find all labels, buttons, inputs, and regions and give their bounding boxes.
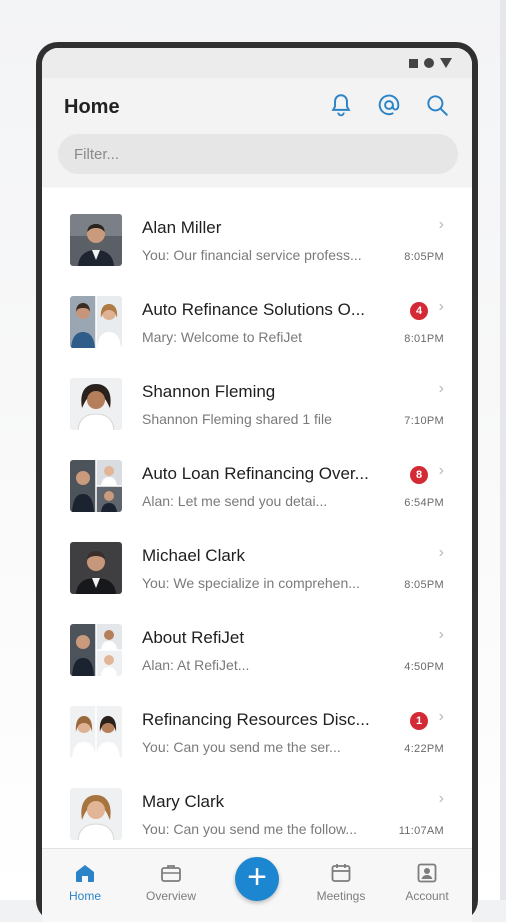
chevron-right-icon: › bbox=[438, 298, 444, 315]
stop-icon bbox=[409, 58, 418, 68]
unread-badge: 4 bbox=[410, 302, 428, 320]
conversation-time: 8:05PM bbox=[404, 579, 444, 591]
nav-meetings[interactable]: Meetings bbox=[306, 861, 376, 903]
signal-icon bbox=[440, 58, 452, 68]
conversation-preview: You: Can you send me the ser... bbox=[142, 739, 341, 755]
avatar bbox=[70, 706, 122, 758]
avatar bbox=[70, 624, 122, 676]
conversation-time: 6:54PM bbox=[404, 497, 444, 509]
status-bar bbox=[42, 48, 472, 78]
nav-meetings-label: Meetings bbox=[316, 889, 366, 903]
avatar bbox=[70, 214, 122, 266]
conversation-time: 8:01PM bbox=[404, 333, 444, 345]
nav-overview-label: Overview bbox=[145, 889, 196, 903]
conversation-item[interactable]: Alan Miller You: Our financial service p… bbox=[42, 202, 472, 284]
conversation-item[interactable]: Refinancing Resources Disc... You: Can y… bbox=[42, 694, 472, 776]
record-icon bbox=[424, 58, 434, 68]
conversation-title: Mary Clark bbox=[142, 792, 225, 811]
conversation-preview: Alan: Let me send you detai... bbox=[142, 493, 328, 509]
conversation-title: Michael Clark bbox=[142, 546, 245, 565]
conversation-preview: Mary: Welcome to RefiJet bbox=[142, 329, 303, 345]
conversation-title: About RefiJet bbox=[142, 628, 245, 647]
conversation-title: Shannon Fleming bbox=[142, 382, 276, 401]
conversation-list: Alan Miller You: Our financial service p… bbox=[42, 202, 472, 858]
chevron-right-icon: › bbox=[438, 544, 444, 561]
nav-account[interactable]: Account bbox=[392, 861, 462, 903]
conversation-item[interactable]: Auto Refinance Solutions O... Mary: Welc… bbox=[42, 284, 472, 366]
unread-badge: 8 bbox=[410, 466, 428, 484]
briefcase-icon bbox=[161, 865, 181, 882]
conversation-item[interactable]: Michael Clark You: We specialize in comp… bbox=[42, 530, 472, 612]
avatar bbox=[70, 542, 122, 594]
unread-badge: 1 bbox=[410, 712, 428, 730]
filter-input[interactable] bbox=[58, 134, 458, 174]
avatar bbox=[70, 378, 122, 430]
conversation-time: 4:50PM bbox=[404, 661, 444, 673]
chevron-right-icon: › bbox=[438, 626, 444, 643]
conversation-item[interactable]: Auto Loan Refinancing Over... Alan: Let … bbox=[42, 448, 472, 530]
conversation-time: 4:22PM bbox=[404, 743, 444, 755]
conversation-preview: You: Can you send me the follow... bbox=[142, 821, 358, 837]
chevron-right-icon: › bbox=[438, 380, 444, 397]
nav-overview[interactable]: Overview bbox=[136, 861, 206, 903]
mention-icon[interactable] bbox=[376, 92, 402, 118]
conversation-preview: You: We specialize in comprehen... bbox=[142, 575, 360, 591]
conversation-preview: Shannon Fleming shared 1 file bbox=[142, 411, 332, 427]
conversation-preview: Alan: At RefiJet... bbox=[142, 657, 250, 673]
phone-frame: Home Filter... Alan Miller You: Our fina… bbox=[36, 42, 478, 922]
conversation-preview: You: Our financial service profess... bbox=[142, 247, 362, 263]
chevron-right-icon: › bbox=[438, 216, 444, 233]
chevron-right-icon: › bbox=[438, 462, 444, 479]
nav-home[interactable]: Home bbox=[50, 861, 120, 903]
add-button[interactable]: + bbox=[235, 857, 279, 901]
conversation-time: 8:05PM bbox=[404, 251, 444, 263]
account-icon bbox=[417, 863, 437, 883]
conversation-time: 11:07AM bbox=[398, 825, 444, 837]
conversation-time: 7:10PM bbox=[404, 415, 444, 427]
bell-icon[interactable] bbox=[328, 92, 354, 118]
nav-home-label: Home bbox=[68, 889, 101, 903]
conversation-title: Refinancing Resources Disc... bbox=[142, 710, 370, 729]
calendar-icon bbox=[331, 864, 351, 882]
chevron-right-icon: › bbox=[438, 790, 444, 807]
page-title: Home bbox=[64, 96, 120, 118]
app-screen: Home Filter... Alan Miller You: Our fina… bbox=[42, 48, 472, 922]
background-strip bbox=[500, 0, 506, 900]
nav-account-label: Account bbox=[405, 889, 449, 903]
conversation-title: Auto Refinance Solutions O... bbox=[142, 300, 366, 319]
avatar bbox=[70, 460, 122, 512]
chevron-right-icon: › bbox=[438, 708, 444, 725]
conversation-item[interactable]: Mary Clark You: Can you send me the foll… bbox=[42, 776, 472, 858]
conversation-title: Auto Loan Refinancing Over... bbox=[142, 464, 369, 483]
conversation-item[interactable]: About RefiJet Alan: At RefiJet... 4:50PM… bbox=[42, 612, 472, 694]
search-icon[interactable] bbox=[424, 92, 450, 118]
avatar bbox=[70, 788, 122, 840]
bottom-navigation: Home Overview + Meetings Account bbox=[42, 848, 472, 922]
avatar bbox=[70, 296, 122, 348]
conversation-item[interactable]: Shannon Fleming Shannon Fleming shared 1… bbox=[42, 366, 472, 448]
app-header: Home bbox=[42, 78, 472, 186]
conversation-title: Alan Miller bbox=[142, 218, 222, 237]
home-icon bbox=[76, 865, 94, 882]
status-icons bbox=[409, 58, 452, 68]
